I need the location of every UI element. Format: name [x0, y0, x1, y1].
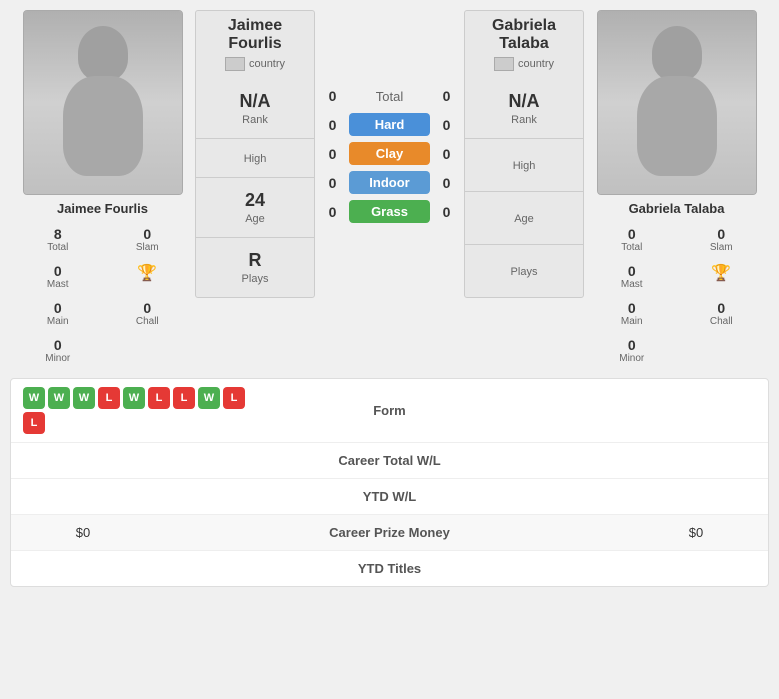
- form-badge-3: W: [73, 387, 95, 409]
- form-badge-7: L: [173, 387, 195, 409]
- surface-indoor-row: 0 Indoor 0: [320, 171, 459, 194]
- right-stat-minor: 0 Minor: [588, 333, 676, 368]
- left-player-stats: 8 Total 0 Slam 0 Mast 🏆 0 Main: [10, 222, 195, 368]
- left-stat-total: 8 Total: [14, 222, 102, 257]
- bottom-section: W W W L W L L W L L Form Career Total W/…: [10, 378, 769, 587]
- left-player-name: Jaimee Fourlis: [53, 195, 152, 222]
- left-stat-main: 0 Main: [14, 296, 102, 331]
- right-player-silhouette: [598, 11, 756, 194]
- form-badge-8: W: [198, 387, 220, 409]
- surface-hard-badge: Hard: [349, 113, 430, 136]
- left-stat-minor: 0 Minor: [14, 333, 102, 368]
- center-section: Jaimee Fourlis country N/A Rank High: [195, 10, 584, 368]
- center-top: Jaimee Fourlis country N/A Rank High: [195, 10, 584, 298]
- ytd-wl-label: YTD W/L: [143, 489, 636, 504]
- ytd-titles-row: YTD Titles: [11, 551, 768, 586]
- career-total-row: Career Total W/L: [11, 443, 768, 479]
- prize-money-label: Career Prize Money: [143, 525, 636, 540]
- form-label: Form: [267, 403, 511, 418]
- left-name-line2: Fourlis: [200, 35, 310, 53]
- left-rank-cell: N/A Rank: [196, 79, 314, 139]
- right-country-img: [494, 57, 514, 71]
- left-stat-chall: 0 Chall: [104, 296, 192, 331]
- surface-indoor-badge: Indoor: [349, 171, 430, 194]
- left-country: country: [200, 57, 310, 71]
- form-badge-1: W: [23, 387, 45, 409]
- right-trophy: 🏆: [711, 263, 731, 283]
- left-player-section: Jaimee Fourlis 8 Total 0 Slam 0 Mast 🏆: [10, 10, 195, 368]
- right-mid-stats: Gabriela Talaba country N/A Rank High: [464, 10, 584, 298]
- form-badge-10: L: [23, 412, 45, 434]
- form-badge-4: L: [98, 387, 120, 409]
- right-plays-cell: Plays: [465, 245, 583, 297]
- main-container: Jaimee Fourlis 8 Total 0 Slam 0 Mast 🏆: [0, 0, 779, 597]
- form-badge-2: W: [48, 387, 70, 409]
- right-player-section: Gabriela Talaba 0 Total 0 Slam 0 Mast 🏆: [584, 10, 769, 368]
- left-trophy: 🏆: [137, 263, 157, 283]
- right-player-name: Gabriela Talaba: [625, 195, 729, 222]
- ytd-wl-row: YTD W/L: [11, 479, 768, 515]
- surfaces-section: 0 Total 0 0 Hard 0 0 Clay 0: [320, 10, 459, 298]
- form-row: W W W L W L L W L L Form: [11, 379, 768, 443]
- total-row: 0 Total 0: [320, 88, 459, 104]
- form-badge-9: L: [223, 387, 245, 409]
- right-country: country: [469, 57, 579, 71]
- form-badge-5: W: [123, 387, 145, 409]
- surface-grass-badge: Grass: [349, 200, 430, 223]
- surface-clay-badge: Clay: [349, 142, 430, 165]
- right-stat-main: 0 Main: [588, 296, 676, 331]
- ytd-titles-label: YTD Titles: [143, 561, 636, 576]
- right-age-cell: Age: [465, 192, 583, 245]
- right-high-cell: High: [465, 139, 583, 192]
- right-trophy-icon: 🏆: [678, 259, 766, 294]
- form-badges: W W W L W L L W L L: [23, 387, 267, 434]
- left-high-cell: High: [196, 139, 314, 178]
- left-plays-cell: R Plays: [196, 238, 314, 297]
- surface-hard-row: 0 Hard 0: [320, 113, 459, 136]
- prize-money-right: $0: [636, 525, 756, 540]
- form-badge-6: L: [148, 387, 170, 409]
- left-stat-mast: 0 Mast: [14, 259, 102, 294]
- left-stat-slam: 0 Slam: [104, 222, 192, 257]
- right-rank-cell: N/A Rank: [465, 79, 583, 139]
- left-country-img: [225, 57, 245, 71]
- left-name-line1: Jaimee: [200, 17, 310, 35]
- left-trophy-icon: 🏆: [104, 259, 192, 294]
- surface-grass-row: 0 Grass 0: [320, 200, 459, 223]
- right-stat-total: 0 Total: [588, 222, 676, 257]
- comparison-wrapper: Jaimee Fourlis 8 Total 0 Slam 0 Mast 🏆: [10, 10, 769, 368]
- right-stat-mast: 0 Mast: [588, 259, 676, 294]
- left-player-name-small: Jaimee Fourlis country: [196, 11, 314, 79]
- prize-money-row: $0 Career Prize Money $0: [11, 515, 768, 551]
- left-mid-stats: Jaimee Fourlis country N/A Rank High: [195, 10, 315, 298]
- left-player-silhouette: [24, 11, 182, 194]
- right-player-photo: [597, 10, 757, 195]
- right-name-line2: Talaba: [469, 35, 579, 53]
- right-player-stats: 0 Total 0 Slam 0 Mast 🏆 0 Main: [584, 222, 769, 368]
- right-stat-slam: 0 Slam: [678, 222, 766, 257]
- right-stat-chall: 0 Chall: [678, 296, 766, 331]
- right-player-name-small: Gabriela Talaba country: [465, 11, 583, 79]
- prize-money-left: $0: [23, 525, 143, 540]
- career-total-label: Career Total W/L: [143, 453, 636, 468]
- left-player-photo: [23, 10, 183, 195]
- right-name-line1: Gabriela: [469, 17, 579, 35]
- surface-clay-row: 0 Clay 0: [320, 142, 459, 165]
- left-age-cell: 24 Age: [196, 178, 314, 238]
